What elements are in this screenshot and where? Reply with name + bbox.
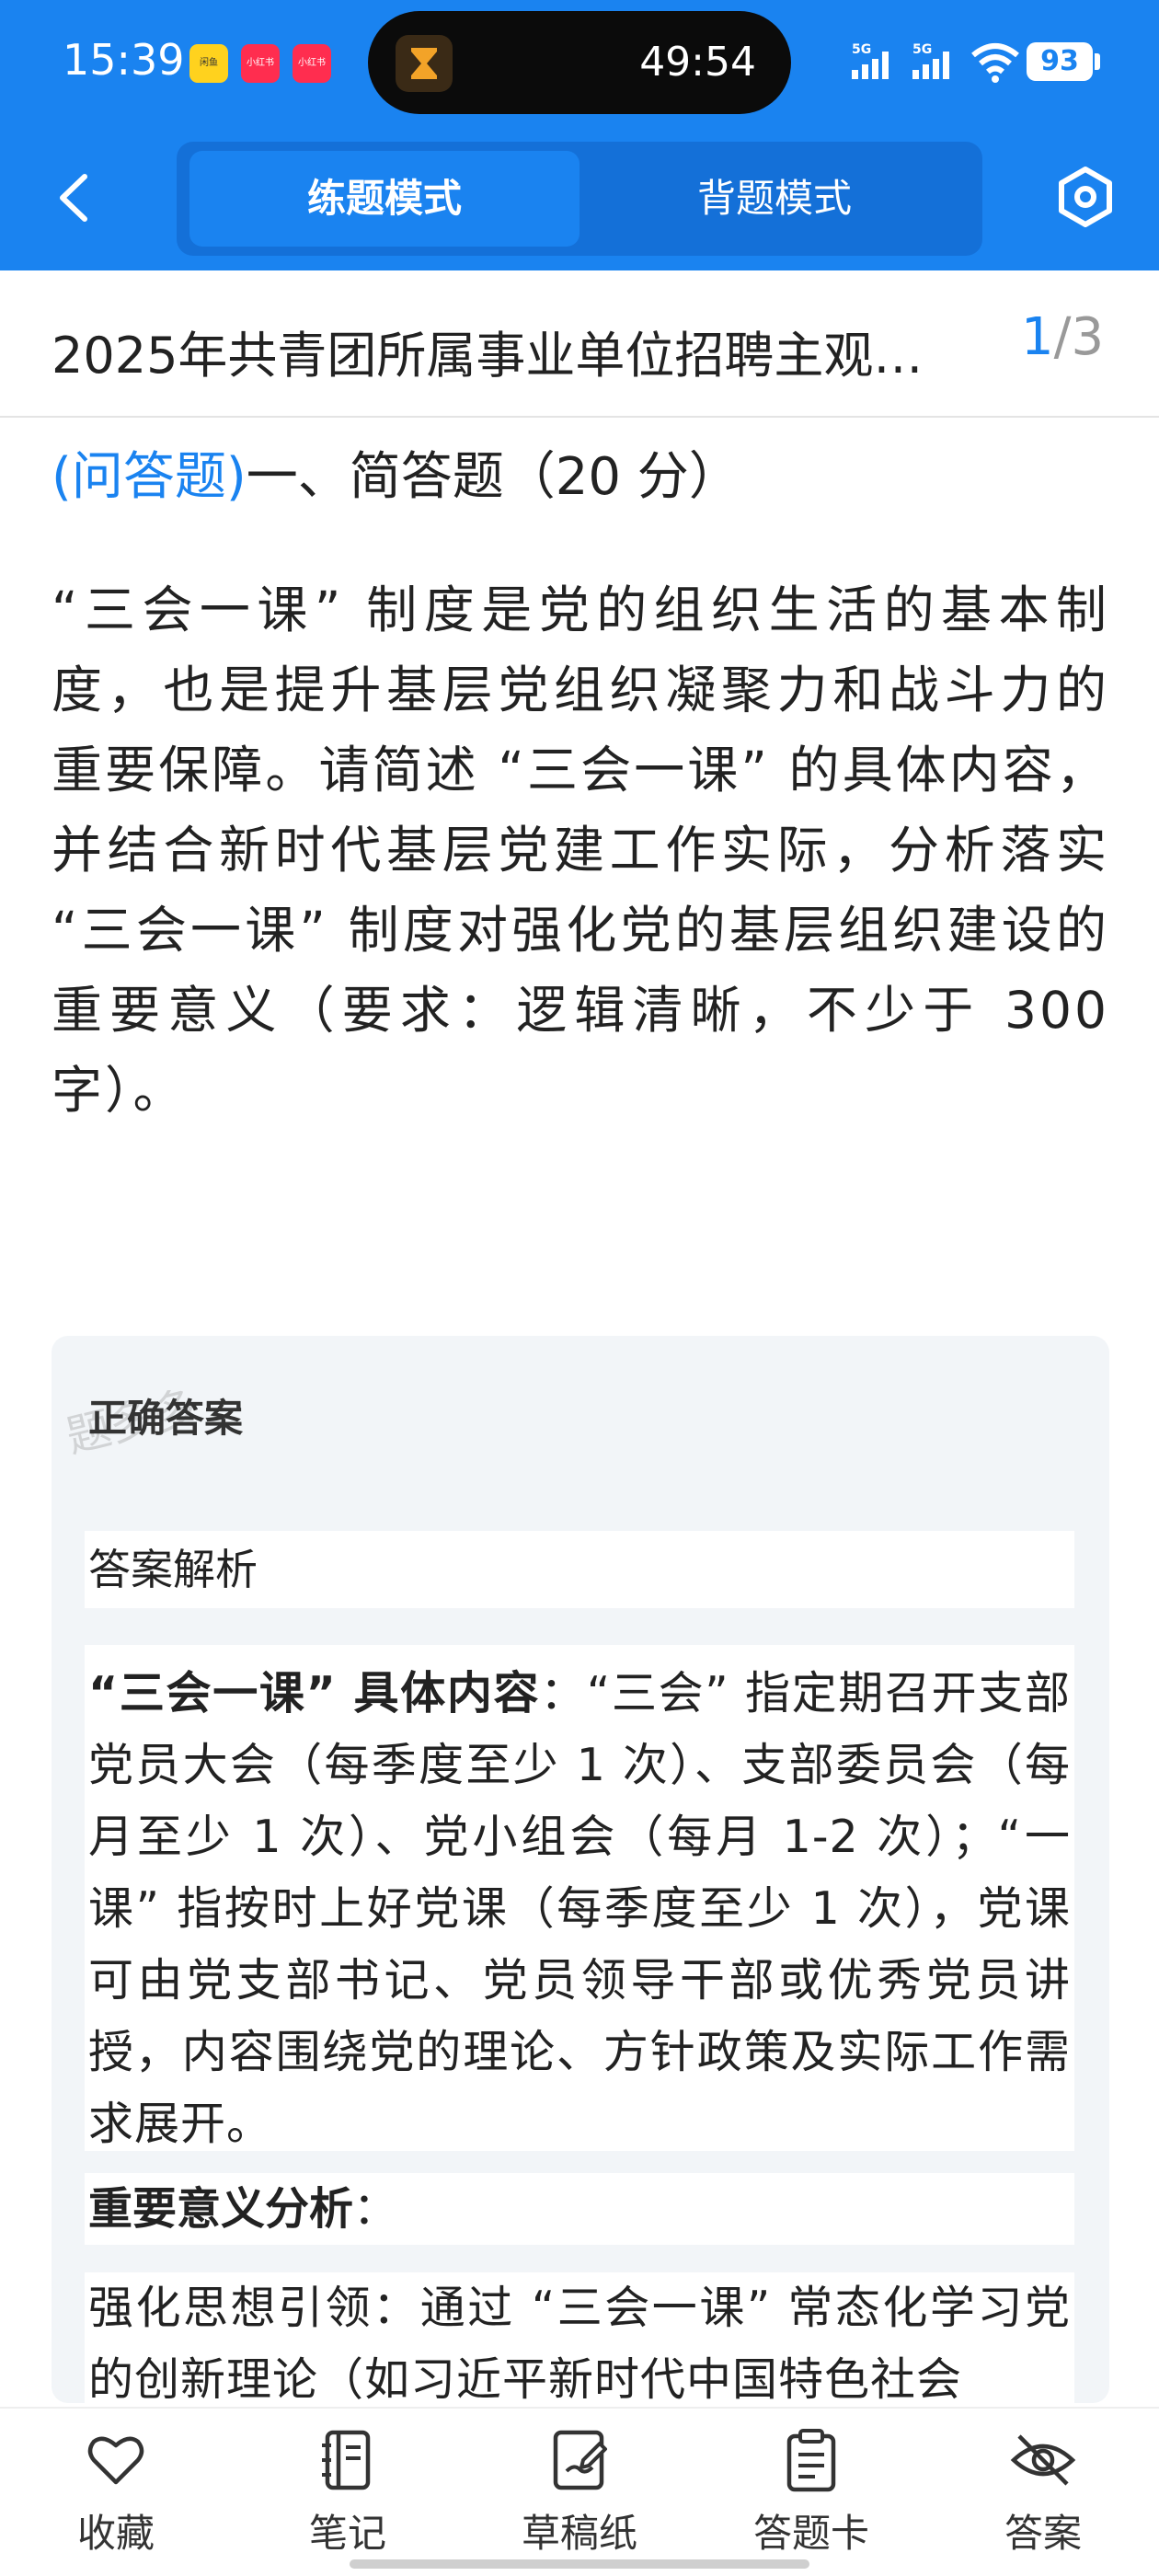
battery-level: 93 — [1040, 45, 1079, 77]
tab-label: 答案 — [1004, 2511, 1082, 2556]
notebook-icon — [322, 2430, 371, 2490]
tab-favorite[interactable]: 收藏 — [33, 2427, 199, 2565]
answer-content-paragraph: “三会一课” 具体内容：“三会” 指定期召开支部党员大会（每季度至少 1 次）、… — [85, 1645, 1074, 2151]
wifi-icon — [971, 43, 1019, 83]
tab-label: 收藏 — [76, 2511, 155, 2556]
question-heading: 一、简答题（20 分） — [246, 447, 740, 507]
content-title: “三会一课” 具体内容 — [88, 1667, 541, 1719]
xiaohongshu-app-icon: 小红书 — [293, 44, 331, 83]
heart-icon — [87, 2436, 144, 2485]
signal-5g-icon: 5G — [912, 42, 949, 79]
significance-title: 重要意义分析 — [88, 2183, 354, 2235]
tab-label: 草稿纸 — [521, 2511, 637, 2556]
hexagon-settings-icon — [1059, 167, 1112, 227]
chevron-left-icon — [60, 174, 87, 222]
battery-indicator: 93 — [1027, 42, 1093, 81]
question-counter: 1/3 — [1021, 307, 1104, 367]
notification-label: 闲鱼 — [200, 58, 218, 68]
significance-colon: ： — [353, 2183, 398, 2235]
xianyu-app-icon: 闲鱼 — [189, 44, 228, 83]
status-time: 15:39 — [63, 35, 185, 85]
correct-answer-label: 正确答案 — [88, 1396, 244, 1441]
clipboard-icon — [786, 2429, 836, 2492]
timer-value: 49:54 — [639, 39, 756, 86]
home-indicator[interactable] — [350, 2559, 809, 2569]
tab-answer-sheet[interactable]: 答题卡 — [729, 2427, 894, 2565]
back-button[interactable] — [48, 166, 103, 230]
tab-label: 笔记 — [308, 2511, 386, 2556]
significance-first-point: 强化思想引领：通过 “三会一课” 常态化学习党的创新理论（如习近平新时代中国特色… — [85, 2272, 1074, 2403]
eye-off-icon — [1010, 2434, 1076, 2486]
signal-5g-icon: 5G — [852, 42, 889, 79]
tab-answer[interactable]: 答案 — [960, 2427, 1126, 2565]
battery-tip — [1095, 53, 1100, 70]
current-question-number: 1 — [1021, 307, 1054, 367]
tab-memorize-mode[interactable]: 背题模式 — [580, 151, 970, 247]
mode-switch: 练题模式 背题模式 — [177, 142, 982, 256]
exam-title-row: 2025年共青团所属事业单位招聘主观… 1/3 — [0, 270, 1159, 418]
notification-label: 小红书 — [298, 58, 326, 68]
question-body: “三会一课” 制度是党的组织生活的基本制度，也是提升基层党组织凝聚力和战斗力的重… — [52, 581, 1109, 1120]
draft-icon — [553, 2430, 607, 2490]
xiaohongshu-app-icon: 小红书 — [241, 44, 280, 83]
answer-card: 题多多 正确答案 答案解析 “三会一课” 具体内容：“三会” 指定期召开支部党员… — [52, 1336, 1109, 2403]
bottom-toolbar: 收藏 笔记 草稿纸 答题卡 答案 — [0, 2407, 1159, 2576]
settings-button[interactable] — [1052, 164, 1119, 230]
tab-draft-paper[interactable]: 草稿纸 — [497, 2427, 662, 2565]
question-type-tag: (问答题) — [52, 447, 247, 507]
svg-text:5G: 5G — [852, 42, 871, 57]
status-bar: 15:39 闲鱼 小红书 小红书 49:54 5G 5G 93 — [0, 0, 1159, 129]
tab-label: 答题卡 — [752, 2511, 869, 2556]
counter-separator: / — [1053, 307, 1072, 367]
tab-notes[interactable]: 笔记 — [265, 2427, 430, 2565]
hourglass-icon — [396, 35, 453, 92]
question-header: (问答题)一、简答题（20 分） — [52, 440, 740, 515]
total-questions: 3 — [1071, 307, 1105, 367]
svg-text:5G: 5G — [912, 42, 932, 57]
tab-practice-mode[interactable]: 练题模式 — [189, 151, 580, 247]
answer-analysis-label: 答案解析 — [85, 1531, 1074, 1608]
significance-heading: 重要意义分析： — [85, 2173, 1074, 2245]
dynamic-island-timer[interactable]: 49:54 — [368, 11, 791, 114]
top-nav-bar: 练题模式 背题模式 — [0, 129, 1159, 270]
notification-label: 小红书 — [247, 58, 274, 68]
content-text: ：“三会” 指定期召开支部党员大会（每季度至少 1 次）、支部委员会（每月至少 … — [88, 1667, 1071, 2150]
exam-title: 2025年共青团所属事业单位招聘主观… — [52, 327, 924, 385]
